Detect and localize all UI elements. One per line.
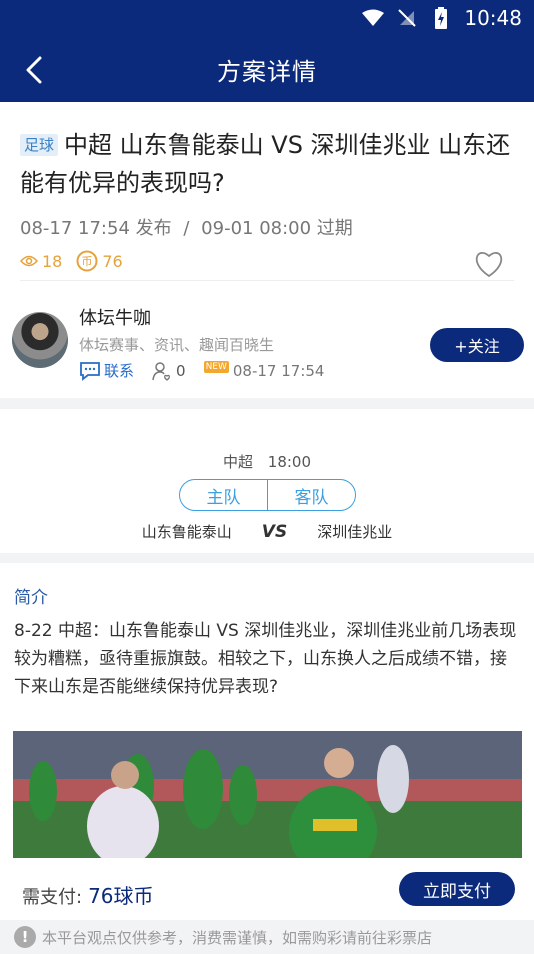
payment-info: 需支付: 76球币 — [22, 880, 154, 909]
pay-now-button[interactable]: 立即支付 — [399, 872, 515, 906]
post-time: NEW 08-17 17:54 — [203, 360, 325, 380]
team-tabs: 主队 客队 — [179, 479, 356, 511]
match-card: 中超 18:00 主队 客队 山东鲁能泰山 VS 深圳佳兆业 — [0, 409, 534, 553]
match-info: 中超 18:00 — [0, 451, 534, 472]
payment-bar: 需支付: 76球币 立即支付 — [0, 860, 534, 920]
page-title: 方案详情 — [217, 57, 317, 86]
home-team: 山东鲁能泰山 — [141, 523, 232, 541]
fans-stat: 0 — [152, 361, 186, 381]
back-button[interactable] — [14, 50, 54, 90]
coins-stat: 币 76 — [76, 250, 123, 272]
contact-label: 联系 — [104, 362, 135, 380]
intro-section: 简介 8-22 中超：山东鲁能泰山 VS 深圳佳兆业，深圳佳兆业前几场表现较为糟… — [0, 563, 534, 873]
article-title: 中超 山东鲁能泰山 VS 深圳佳兆业 山东还能有优异的表现吗? — [20, 131, 511, 197]
intro-text: 8-22 中超：山东鲁能泰山 VS 深圳佳兆业，深圳佳兆业前几场表现较为糟糕，亟… — [14, 621, 517, 697]
favorite-button[interactable] — [474, 250, 504, 280]
teams-row: 山东鲁能泰山 VS 深圳佳兆业 — [0, 521, 534, 542]
author-name: 体坛牛咖 — [79, 308, 151, 329]
meta-separator: / — [183, 218, 190, 239]
new-badge: NEW — [203, 360, 229, 373]
user-heart-icon — [152, 361, 170, 381]
chat-icon — [80, 361, 100, 381]
payment-amount: 76球币 — [88, 884, 154, 908]
coin-icon: 币 — [76, 250, 98, 272]
article-card: 足球 中超 山东鲁能泰山 VS 深圳佳兆业 山东还能有优异的表现吗? 08-17 … — [0, 102, 534, 398]
divider — [20, 280, 514, 281]
status-time: 10:48 — [464, 6, 522, 30]
article-meta: 08-17 17:54 发布 / 09-01 08:00 过期 — [20, 214, 514, 240]
sport-tag: 足球 — [20, 134, 59, 156]
follow-button[interactable]: +关注 — [430, 328, 524, 362]
battery-icon — [430, 7, 452, 29]
publish-time: 08-17 17:54 发布 — [20, 218, 172, 239]
chevron-left-icon — [26, 56, 42, 84]
disclaimer: ! 本平台观点仅供参考，消费需谨慎，如需购彩请前往彩票店 — [14, 926, 432, 948]
post-time-text: 08-17 17:54 — [232, 361, 325, 380]
expire-time: 09-01 08:00 过期 — [201, 218, 353, 239]
tab-home[interactable]: 主队 — [180, 480, 267, 510]
payment-label: 需支付: — [22, 887, 83, 908]
contact-link[interactable]: 联系 — [79, 360, 134, 381]
author-meta-row: 联系 0 NEW 08-17 17:54 — [79, 360, 324, 381]
signal-icon — [396, 7, 418, 29]
article-stats: 18 币 76 — [20, 250, 514, 272]
svg-text:币: 币 — [82, 255, 93, 268]
intro-title: 简介 — [14, 588, 48, 608]
disclaimer-text: 本平台观点仅供参考，消费需谨慎，如需购彩请前往彩票店 — [42, 928, 433, 947]
views-stat: 18 — [20, 252, 62, 271]
away-team: 深圳佳兆业 — [317, 523, 393, 541]
title-bar: 方案详情 — [0, 36, 534, 102]
author-desc: 体坛赛事、资讯、趣闻百晓生 — [79, 336, 275, 354]
coins-count: 76 — [102, 251, 123, 271]
article-headline: 足球 中超 山东鲁能泰山 VS 深圳佳兆业 山东还能有优异的表现吗? — [20, 126, 514, 202]
wifi-icon — [362, 7, 385, 29]
avatar[interactable] — [12, 312, 68, 368]
views-count: 18 — [42, 251, 63, 271]
match-photo — [13, 731, 522, 858]
match-league: 中超 — [222, 453, 253, 471]
fans-count: 0 — [176, 361, 186, 380]
warning-icon: ! — [14, 926, 36, 948]
match-photo-illustration — [13, 731, 522, 858]
eye-icon — [20, 255, 38, 267]
status-bar: 10:48 — [0, 0, 534, 36]
author-section: 体坛牛咖 体坛赛事、资讯、趣闻百晓生 联系 0 NEW 08-17 17:54 … — [12, 298, 524, 388]
tab-away[interactable]: 客队 — [267, 480, 355, 510]
match-time: 18:00 — [267, 453, 312, 471]
heart-icon — [475, 252, 503, 278]
vs-label: VS — [261, 521, 288, 542]
